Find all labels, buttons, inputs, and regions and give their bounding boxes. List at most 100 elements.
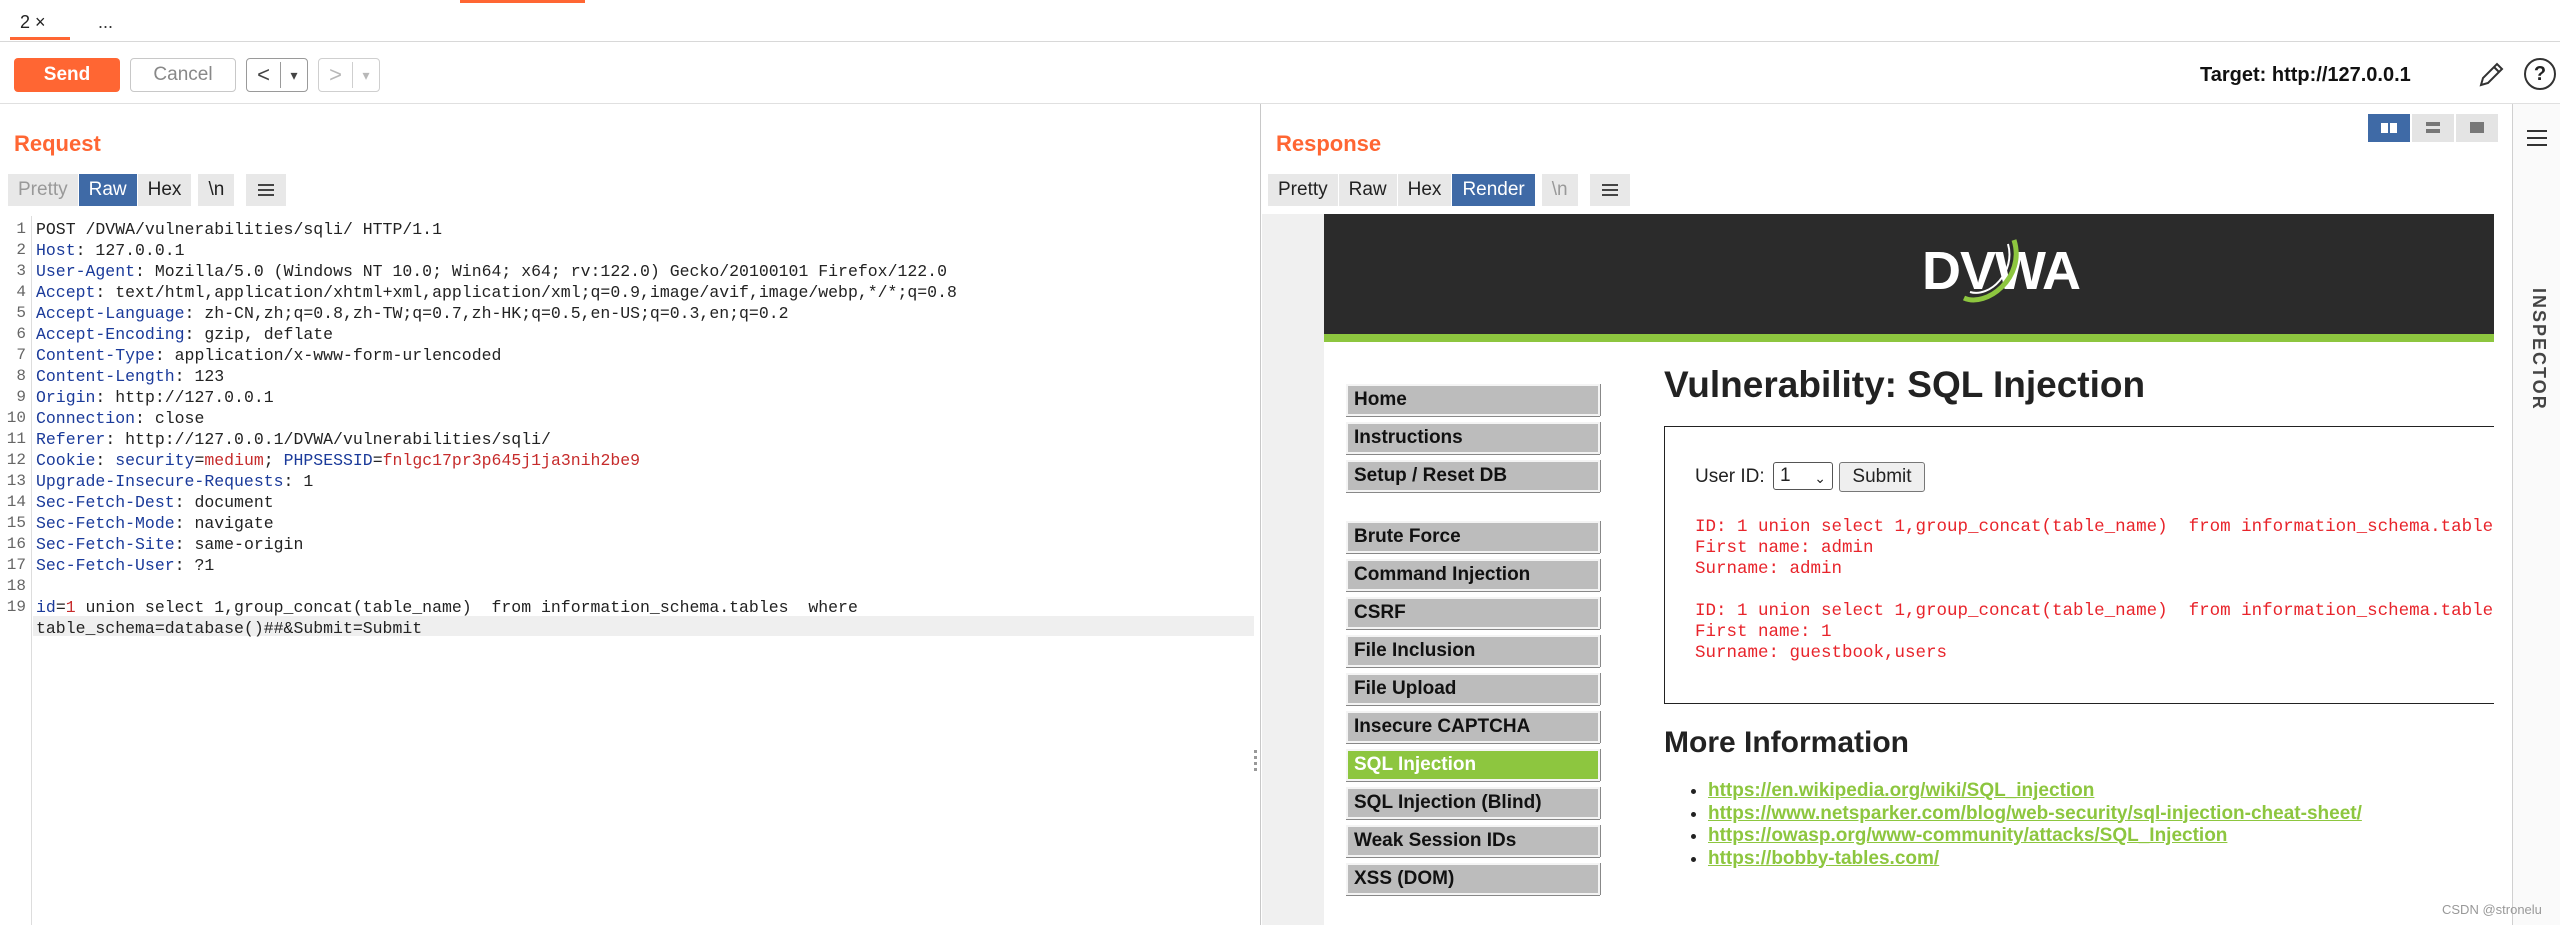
user-id-select[interactable]: 1 ⌄	[1773, 462, 1833, 490]
response-title: Response	[1276, 131, 1382, 156]
request-tab-raw[interactable]: Raw	[78, 174, 138, 206]
code-line[interactable]: Accept-Language: zh-CN,zh;q=0.8,zh-TW;q=…	[36, 304, 789, 323]
request-tab-pretty[interactable]: Pretty	[8, 174, 79, 206]
forward-dropdown-icon[interactable]: ▾	[353, 67, 379, 84]
nav-item-file-upload[interactable]: File Upload	[1346, 673, 1600, 705]
nav-item-sql-injection-blind[interactable]: SQL Injection (Blind)	[1346, 787, 1600, 819]
tab-repeater-2[interactable]: 2 ×	[10, 6, 70, 40]
nav-item-brute-force[interactable]: Brute Force	[1346, 521, 1600, 553]
back-dropdown-icon[interactable]: ▾	[281, 67, 307, 84]
send-button[interactable]: Send	[14, 58, 120, 92]
header-value: 1	[303, 472, 314, 491]
header-name: User-Agent	[36, 262, 136, 281]
response-tab-hex[interactable]: Hex	[1397, 174, 1453, 206]
link-netsparker[interactable]: https://www.netsparker.com/blog/web-secu…	[1708, 803, 2362, 826]
code-line-wrapped[interactable]: table_schema=database()##&Submit=Submit	[36, 619, 422, 638]
result-2-first-name: First name: 1	[1695, 622, 1832, 642]
layout-stacked-icon[interactable]	[2412, 114, 2454, 142]
cookie-key: security	[115, 451, 195, 470]
code-line[interactable]: Sec-Fetch-Dest: document	[36, 493, 274, 512]
header-value: http://127.0.0.1	[115, 388, 274, 407]
line-number: 19	[6, 598, 26, 616]
code-line[interactable]: Host: 127.0.0.1	[36, 241, 185, 260]
layout-single-icon[interactable]	[2456, 114, 2498, 142]
code-line[interactable]: id=1 union select 1,group_concat(table_n…	[36, 598, 858, 617]
header-name: Sec-Fetch-User	[36, 556, 175, 575]
header-value: ?1	[194, 556, 215, 575]
request-menu-icon[interactable]	[246, 174, 286, 206]
line-number: 9	[16, 388, 26, 406]
line-number: 7	[16, 346, 26, 364]
code-line[interactable]: Sec-Fetch-Mode: navigate	[36, 514, 274, 533]
header-name: Upgrade-Insecure-Requests	[36, 472, 284, 491]
header-name: Sec-Fetch-Dest	[36, 493, 175, 512]
nav-item-sql-injection[interactable]: SQL Injection	[1346, 749, 1600, 781]
result-1-surname: Surname: admin	[1695, 559, 1843, 579]
link-wikipedia[interactable]: https://en.wikipedia.org/wiki/SQL_inject…	[1708, 780, 2362, 803]
response-tab-pretty[interactable]: Pretty	[1268, 174, 1339, 206]
nav-item-weak-session-ids[interactable]: Weak Session IDs	[1346, 825, 1600, 857]
code-line[interactable]: Content-Length: 123	[36, 367, 224, 386]
line-number: 1	[16, 220, 26, 238]
chevron-down-icon: ⌄	[1814, 470, 1826, 486]
back-button-group[interactable]: < ▾	[246, 58, 308, 92]
nav-item-command-injection[interactable]: Command Injection	[1346, 559, 1600, 591]
inspector-menu-icon[interactable]	[2527, 130, 2547, 151]
user-id-label: User ID:	[1695, 466, 1765, 487]
header-value: close	[154, 409, 205, 428]
tab-more[interactable]: ...	[88, 6, 138, 40]
forward-button-group[interactable]: > ▾	[318, 58, 380, 92]
nav-item-file-inclusion[interactable]: File Inclusion	[1346, 635, 1600, 667]
result-1-id: ID: 1 union select 1,group_concat(table_…	[1695, 517, 2494, 537]
code-line[interactable]: Sec-Fetch-User: ?1	[36, 556, 214, 575]
code-line[interactable]: Upgrade-Insecure-Requests: 1	[36, 472, 313, 491]
nav-item-insecure-captcha[interactable]: Insecure CAPTCHA	[1346, 711, 1600, 743]
link-owasp[interactable]: https://owasp.org/www-community/attacks/…	[1708, 825, 2362, 848]
header-value: gzip, deflate	[204, 325, 334, 344]
response-menu-icon[interactable]	[1590, 174, 1630, 206]
nav-item-xss-dom[interactable]: XSS (DOM)	[1346, 863, 1600, 895]
header-name: Content-Length	[36, 367, 175, 386]
code-line[interactable]: Accept-Encoding: gzip, deflate	[36, 325, 333, 344]
nav-item-csrf[interactable]: CSRF	[1346, 597, 1600, 629]
code-line[interactable]: Sec-Fetch-Site: same-origin	[36, 535, 303, 554]
request-editor[interactable]: 1 POST /DVWA/vulnerabilities/sqli/ HTTP/1…	[0, 216, 1254, 925]
inspector-sidebar[interactable]: INSPECTOR	[2512, 104, 2560, 925]
page-title: Vulnerability: SQL Injection	[1664, 364, 2146, 405]
code-line[interactable]: Connection: close	[36, 409, 204, 428]
link-bobby-tables[interactable]: https://bobby-tables.com/	[1708, 848, 2362, 871]
cookie-value: fnlgc17pr3p645j1ja3nih2be9	[382, 451, 641, 470]
inspector-label[interactable]: INSPECTOR	[2528, 288, 2549, 411]
response-tab-raw[interactable]: Raw	[1338, 174, 1398, 206]
layout-side-by-side-icon[interactable]	[2368, 114, 2410, 142]
submit-button[interactable]: Submit	[1839, 462, 1925, 492]
request-tab-hex[interactable]: Hex	[137, 174, 193, 206]
nav-item-setup-reset-db[interactable]: Setup / Reset DB	[1346, 460, 1600, 492]
render-view[interactable]: DVWA Home Instructions Setup / Reset DB Bru…	[1262, 214, 2494, 925]
edit-pencil-icon[interactable]	[2476, 60, 2506, 90]
back-arrow-icon[interactable]: <	[247, 62, 281, 88]
code-line[interactable]: Cookie: security=medium; PHPSESSID=fnlgc…	[36, 451, 640, 470]
nav-item-instructions[interactable]: Instructions	[1346, 422, 1600, 454]
response-tab-render[interactable]: Render	[1452, 174, 1536, 206]
code-line[interactable]: POST /DVWA/vulnerabilities/sqli/ HTTP/1.…	[36, 220, 442, 239]
header-value: 127.0.0.1	[95, 241, 185, 260]
header-value: same-origin	[194, 535, 304, 554]
code-line[interactable]: Referer: http://127.0.0.1/DVWA/vulnerabi…	[36, 430, 551, 449]
target-label[interactable]: Target: http://127.0.0.1	[2200, 64, 2411, 87]
line-number: 15	[6, 514, 26, 532]
code-line[interactable]: Content-Type: application/x-www-form-url…	[36, 346, 501, 365]
response-tab-newline[interactable]: \n	[1541, 174, 1579, 206]
header-name: Cookie	[36, 451, 96, 470]
nav-item-home[interactable]: Home	[1346, 384, 1600, 416]
header-value: 123	[194, 367, 225, 386]
code-line[interactable]: Origin: http://127.0.0.1	[36, 388, 274, 407]
forward-arrow-icon[interactable]: >	[319, 62, 353, 88]
cancel-button[interactable]: Cancel	[130, 58, 236, 92]
dvwa-header: DVWA	[1324, 214, 2494, 342]
help-icon[interactable]: ?	[2524, 58, 2556, 90]
request-tab-newline[interactable]: \n	[198, 174, 236, 206]
panel-divider[interactable]	[1260, 104, 1261, 925]
code-line[interactable]: User-Agent: Mozilla/5.0 (Windows NT 10.0…	[36, 262, 947, 281]
code-line[interactable]: Accept: text/html,application/xhtml+xml,…	[36, 283, 957, 302]
